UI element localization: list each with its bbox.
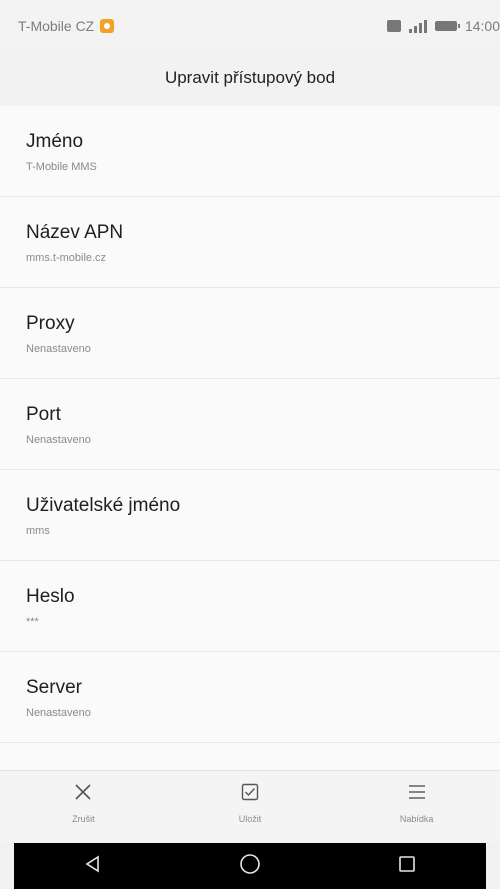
field-name[interactable]: Jméno T-Mobile MMS [0, 106, 500, 197]
save-label: Uložit [238, 814, 262, 824]
save-button[interactable]: Uložit [167, 771, 334, 842]
field-value: mms [26, 525, 50, 537]
field-server[interactable]: Server Nenastaveno [0, 652, 500, 743]
checkbox-icon [241, 783, 259, 806]
action-bar: Zrušit Uložit Nabídka [0, 770, 500, 842]
field-port[interactable]: Port Nenastaveno [0, 379, 500, 470]
field-label: Název APN [26, 222, 124, 243]
field-value: mms.t-mobile.cz [26, 252, 107, 264]
close-icon [74, 783, 92, 806]
status-left: T-Mobile CZ [18, 18, 115, 34]
field-value: Nenastaveno [26, 707, 91, 719]
field-password[interactable]: Heslo *** [0, 561, 500, 652]
field-username[interactable]: Uživatelské jméno mms [0, 470, 500, 561]
menu-button[interactable]: Nabídka [333, 771, 500, 842]
menu-icon [408, 783, 426, 806]
status-bar: T-Mobile CZ 14:00 [0, 0, 500, 50]
field-label: Heslo [26, 586, 75, 607]
notification-icon [100, 19, 115, 33]
cancel-label: Zrušit [72, 814, 95, 824]
clock: 14:00 [464, 18, 500, 34]
page-title: Upravit přístupový bod [164, 68, 336, 87]
menu-label: Nabídka [399, 814, 434, 824]
field-value: Nenastaveno [26, 434, 91, 446]
signal-icon [408, 19, 427, 33]
home-circle-icon [239, 853, 261, 880]
apn-field-list: Jméno T-Mobile MMS Název APN mms.t-mobil… [0, 106, 500, 770]
battery-icon [434, 21, 460, 31]
field-label: Server [26, 677, 82, 698]
page-title-bar: Upravit přístupový bod [0, 50, 500, 106]
field-proxy[interactable]: Proxy Nenastaveno [0, 288, 500, 379]
cancel-button[interactable]: Zrušit [0, 771, 167, 842]
status-right: 14:00 [386, 18, 500, 34]
field-value: Nenastaveno [26, 343, 91, 355]
back-button[interactable] [63, 843, 123, 889]
system-nav-bar [14, 843, 486, 889]
sim-icon [386, 20, 401, 32]
field-label: Uživatelské jméno [26, 495, 181, 516]
recents-square-icon [397, 854, 417, 879]
screen: T-Mobile CZ 14:00 Upravit přístupový bod… [0, 0, 500, 889]
field-label: Jméno [26, 131, 84, 152]
home-button[interactable] [220, 843, 280, 889]
recents-button[interactable] [377, 843, 437, 889]
carrier-name: T-Mobile CZ [18, 18, 95, 34]
field-value: T-Mobile MMS [26, 161, 97, 173]
field-apn[interactable]: Název APN mms.t-mobile.cz [0, 197, 500, 288]
field-label: Proxy [26, 313, 75, 334]
field-label: Port [26, 404, 61, 425]
back-triangle-icon [83, 854, 103, 879]
field-value: *** [26, 616, 39, 628]
